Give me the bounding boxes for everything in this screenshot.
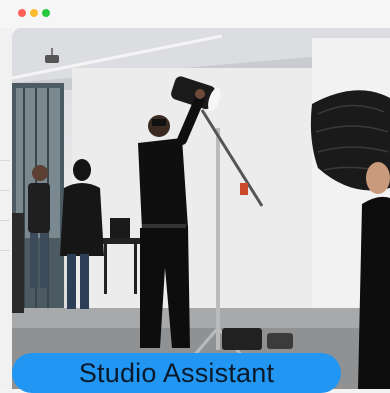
caption-pill[interactable]: Studio Assistant bbox=[12, 353, 341, 393]
minimize-window-button[interactable] bbox=[30, 9, 38, 17]
window-titlebar bbox=[0, 0, 390, 28]
studio-photo[interactable] bbox=[12, 28, 390, 389]
left-panel-edge bbox=[0, 28, 12, 389]
maximize-window-button[interactable] bbox=[42, 9, 50, 17]
studio-photo-illustration bbox=[12, 28, 390, 389]
close-window-button[interactable] bbox=[18, 9, 26, 17]
